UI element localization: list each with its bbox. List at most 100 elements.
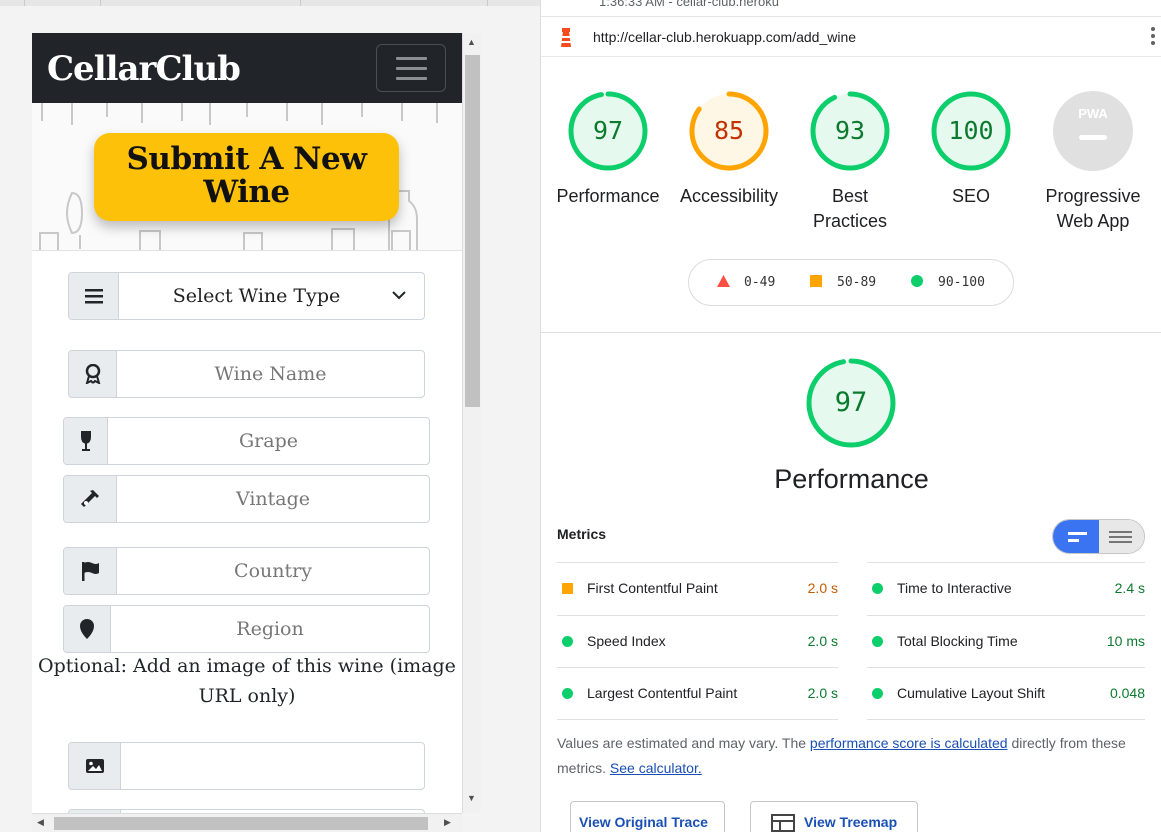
- device-emulation-pane: CellarClub Submit A New Wine Select Wine…: [0, 0, 540, 832]
- navbar: CellarClub: [32, 33, 462, 103]
- vintage-field[interactable]: Vintage: [63, 475, 430, 523]
- horizontal-scroll-thumb[interactable]: [54, 817, 428, 830]
- hero-banner: Submit A New Wine: [32, 103, 462, 251]
- metric-name: Speed Index: [587, 633, 666, 649]
- wine-bottle-icon: [64, 476, 117, 522]
- compact-view-button[interactable]: [1053, 520, 1099, 553]
- lighthouse-report: 1:36:33 AM - cellar-club.heroku http://c…: [540, 0, 1161, 832]
- see-calculator-link[interactable]: See calculator.: [610, 760, 702, 776]
- fail-triangle-icon: [717, 275, 730, 287]
- scroll-up-icon[interactable]: ▲: [467, 37, 476, 47]
- grape-placeholder: Grape: [239, 430, 298, 452]
- metric-value: 2.0 s: [807, 633, 838, 649]
- compact-list-icon: [1068, 532, 1087, 542]
- wine-glass-icon: [64, 418, 108, 464]
- view-treemap-label: View Treemap: [804, 814, 898, 830]
- metric-row: Cumulative Layout Shift 0.048: [867, 667, 1145, 719]
- metric-divider: [867, 719, 1145, 720]
- metric-name: Cumulative Layout Shift: [897, 685, 1045, 701]
- list-icon: [69, 273, 119, 319]
- vertical-scrollbar[interactable]: ▲ ▼: [462, 33, 481, 813]
- page-title-line2: Wine: [203, 174, 290, 210]
- metric-value: 0.048: [1109, 685, 1145, 701]
- metric-row: First Contentful Paint 2.0 s: [557, 562, 838, 614]
- scroll-down-icon[interactable]: ▼: [467, 793, 476, 803]
- scroll-right-icon[interactable]: ▶: [444, 817, 451, 828]
- more-options-icon[interactable]: [1150, 27, 1156, 48]
- gauge-label: Progressive Web App: [1045, 186, 1141, 231]
- wine-name-field[interactable]: Wine Name: [68, 350, 425, 398]
- image-url-field[interactable]: [68, 742, 425, 790]
- note-text: Values are estimated and may vary. The: [557, 735, 807, 751]
- grape-field[interactable]: Grape: [63, 417, 430, 465]
- metric-row: Total Blocking Time 10 ms: [867, 615, 1145, 667]
- scroll-left-icon[interactable]: ◀: [37, 817, 44, 828]
- gauge-score: 93: [834, 116, 866, 145]
- gauge-score: 100: [948, 116, 994, 145]
- metric-value: 2.0 s: [807, 580, 838, 596]
- expanded-list-icon: [1109, 531, 1132, 543]
- page-title-line1: Submit A New: [126, 141, 367, 177]
- pass-circle-icon: [872, 688, 883, 699]
- treemap-icon: [771, 814, 795, 832]
- country-placeholder: Country: [234, 560, 312, 582]
- legend-pass: 90-100: [938, 275, 985, 290]
- gauge-best-practices[interactable]: 93 Best Practices: [790, 90, 910, 234]
- country-field[interactable]: Country: [63, 547, 430, 595]
- region-placeholder: Region: [236, 618, 304, 640]
- horizontal-scrollbar[interactable]: ◀ ▶: [32, 813, 462, 832]
- metric-name: Time to Interactive: [897, 580, 1012, 596]
- performance-title: Performance: [774, 464, 929, 494]
- region-field[interactable]: Region: [63, 605, 430, 653]
- metric-name: Largest Contentful Paint: [587, 685, 738, 701]
- view-original-trace-button[interactable]: View Original Trace: [570, 801, 725, 832]
- gauge-performance[interactable]: 97 Performance: [548, 90, 668, 209]
- chevron-down-icon: [392, 291, 406, 300]
- pwa-badge-text: PWA: [1078, 106, 1108, 121]
- gauge-label: Performance: [556, 186, 660, 206]
- metric-name: First Contentful Paint: [587, 580, 718, 596]
- vintage-placeholder: Vintage: [235, 488, 311, 510]
- gauge-pwa[interactable]: PWA Progressive Web App: [1033, 90, 1153, 234]
- view-treemap-button[interactable]: View Treemap: [750, 801, 918, 832]
- wine-type-value: Select Wine Type: [172, 285, 341, 307]
- metric-row: Time to Interactive 2.4 s: [867, 562, 1145, 614]
- expanded-view-button[interactable]: [1099, 520, 1144, 553]
- pass-circle-icon: [562, 688, 573, 699]
- score-calculated-link[interactable]: performance score is calculated: [810, 735, 1008, 751]
- pass-circle-icon: [562, 636, 573, 647]
- report-timestamp: 1:36:33 AM - cellar-club.heroku: [599, 0, 779, 9]
- flag-icon: [64, 548, 117, 594]
- report-url-bar: http://cellar-club.herokuapp.com/add_win…: [541, 17, 1161, 57]
- image-url-label: Optional: Add an image of this wine (ima…: [38, 655, 456, 707]
- metric-value: 10 ms: [1106, 633, 1145, 649]
- average-square-icon: [562, 583, 573, 594]
- metrics-note: Values are estimated and may vary. The p…: [557, 731, 1147, 781]
- metric-value: 2.0 s: [807, 685, 838, 701]
- vertical-scroll-thumb[interactable]: [465, 55, 480, 407]
- ruler-bar: [0, 0, 540, 6]
- image-url-placeholder: [121, 743, 424, 789]
- gauge-score: 97: [592, 116, 624, 145]
- lighthouse-icon: [561, 28, 571, 47]
- gauge-accessibility[interactable]: 85 Accessibility: [669, 90, 789, 209]
- metric-row: Speed Index 2.0 s: [557, 615, 838, 667]
- brand-logo[interactable]: CellarClub: [47, 49, 241, 89]
- pass-circle-icon: [872, 583, 883, 594]
- wine-name-placeholder: Wine Name: [214, 363, 327, 385]
- page-title-badge: Submit A New Wine: [94, 133, 399, 221]
- legend-average: 50-89: [837, 275, 877, 290]
- gauge-label: Best Practices: [812, 186, 888, 231]
- gauge-score: 85: [713, 116, 745, 145]
- report-timestamp-bar: 1:36:33 AM - cellar-club.heroku: [541, 0, 1161, 17]
- pass-circle-icon: [911, 275, 923, 287]
- menu-toggle-button[interactable]: [376, 44, 446, 92]
- wine-type-select[interactable]: Select Wine Type: [68, 272, 425, 320]
- section-divider: [541, 332, 1161, 333]
- report-url[interactable]: http://cellar-club.herokuapp.com/add_win…: [593, 29, 856, 45]
- legend-fail: 0-49: [744, 275, 776, 290]
- metric-name: Total Blocking Time: [897, 633, 1018, 649]
- gauge-seo[interactable]: 100 SEO: [911, 90, 1031, 209]
- view-trace-label: View Original Trace: [579, 814, 708, 830]
- metrics-view-toggle[interactable]: [1052, 519, 1145, 554]
